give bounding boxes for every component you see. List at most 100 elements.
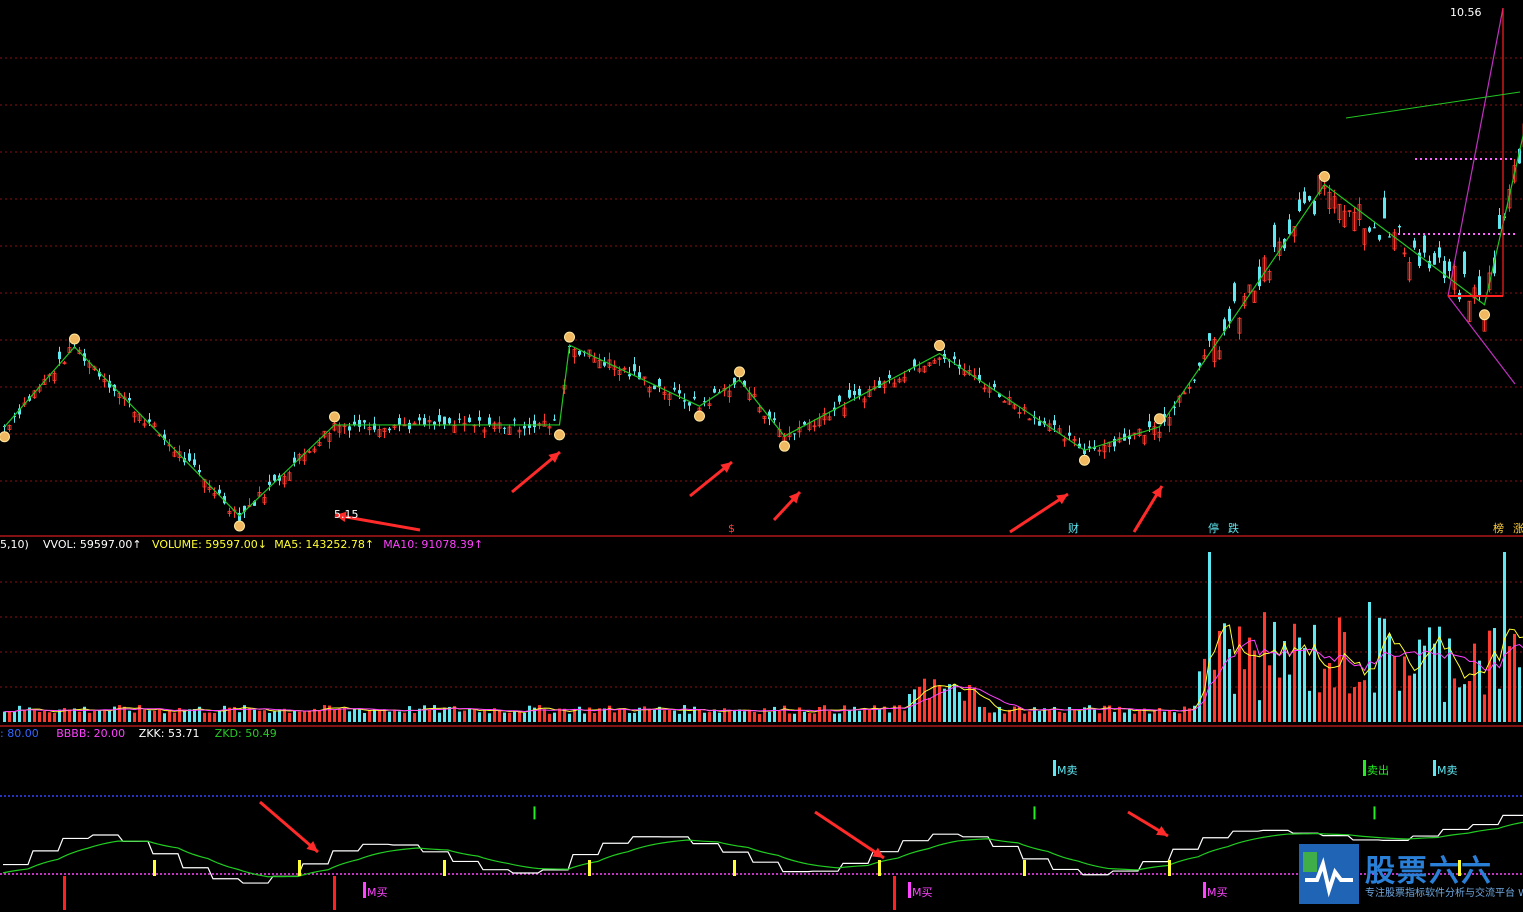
yellow-tick	[878, 860, 881, 876]
volume-bar	[908, 694, 911, 722]
volume-bar	[683, 705, 686, 722]
volume-bar	[478, 712, 481, 722]
sell-hand-icon	[934, 340, 945, 352]
candle-body	[1273, 224, 1276, 248]
volume-bar	[1388, 634, 1391, 722]
volume-bar	[1313, 624, 1316, 722]
volume-bar	[503, 712, 506, 722]
volume-bar	[548, 713, 551, 722]
volume-bar	[1348, 693, 1351, 722]
volume-bar	[193, 708, 196, 722]
volume-bar	[748, 709, 751, 722]
volume-bar	[1038, 710, 1041, 722]
candle-body	[1258, 266, 1261, 287]
volume-bar	[773, 706, 776, 722]
volume-bar	[993, 712, 996, 722]
volume-bar	[438, 712, 441, 722]
candle-body	[348, 426, 351, 431]
yellow-tick	[1023, 860, 1026, 876]
volume-bar	[288, 712, 291, 722]
volume-bar	[1063, 712, 1066, 722]
volume-header-item: 5,10)	[0, 538, 29, 551]
volume-bar	[473, 708, 476, 722]
candle-body	[1088, 446, 1091, 448]
volume-bar	[1328, 663, 1331, 722]
candle-body	[683, 400, 686, 402]
volume-bar	[1073, 708, 1076, 722]
volume-bar	[1498, 688, 1501, 722]
volume-bar	[1483, 694, 1486, 722]
event-label: 涨	[1513, 522, 1523, 535]
annotation-arrows	[259, 450, 1169, 860]
sell-hand-icon	[734, 366, 745, 378]
volume-bar	[1198, 671, 1201, 722]
candle-body	[468, 417, 471, 423]
volume-bar	[1078, 710, 1081, 722]
volume-bar	[1413, 673, 1416, 722]
candle-body	[1368, 227, 1371, 232]
volume-bar	[1508, 646, 1511, 722]
candle-body	[1228, 308, 1231, 322]
volume-bar	[1338, 617, 1341, 722]
volume-bar	[1173, 712, 1176, 722]
candle-body	[1038, 421, 1041, 426]
volume-bar	[108, 710, 111, 722]
candle-body	[523, 425, 526, 429]
volume-bar	[158, 708, 161, 722]
volume-bar	[943, 688, 946, 722]
candle-body	[478, 417, 481, 421]
volume-bar	[538, 705, 541, 722]
candle-body	[58, 351, 61, 360]
volume-bar	[793, 713, 796, 722]
volume-bar	[983, 707, 986, 722]
volume-bar	[98, 710, 101, 722]
volume-bar	[688, 713, 691, 722]
candle-body	[713, 388, 716, 393]
candle-body	[1413, 240, 1416, 248]
volume-bar	[1273, 621, 1276, 722]
volume-bar	[698, 709, 701, 722]
candle-body	[628, 374, 631, 377]
candle-body	[398, 418, 401, 425]
buy-hand-icon	[694, 410, 705, 422]
indicator-header-item: ZKD: 50.49	[215, 727, 277, 740]
volume-bar	[238, 712, 241, 722]
volume-bar	[648, 708, 651, 722]
oscillator-lines	[0, 795, 1523, 884]
volume-bar	[913, 689, 916, 722]
candle-body	[953, 356, 956, 360]
volume-bar	[348, 711, 351, 722]
candle-body	[1383, 197, 1386, 219]
candle-body	[448, 418, 451, 424]
volume-bar	[273, 711, 276, 722]
candle-body	[1388, 236, 1391, 238]
volume-bar	[918, 686, 921, 722]
volume-bar	[828, 711, 831, 722]
volume-bar	[1518, 667, 1521, 722]
volume-bar	[808, 713, 811, 722]
volume-bar	[1023, 713, 1026, 722]
volume-header-item: MA5: 143252.78↑	[274, 538, 374, 551]
volume-bar	[1183, 706, 1186, 722]
volume-bar	[843, 705, 846, 722]
volume-bar	[1168, 709, 1171, 722]
volume-bar	[303, 710, 306, 722]
volume-bar	[358, 709, 361, 722]
volume-bar	[188, 709, 191, 722]
volume-bar	[148, 710, 151, 722]
volume-bar	[543, 709, 546, 722]
indicator-header-item: ZKK: 53.71	[139, 727, 200, 740]
candle-body	[458, 418, 461, 420]
volume-bar	[183, 710, 186, 722]
candle-body	[418, 417, 421, 421]
yellow-tick	[153, 860, 156, 876]
volume-bar	[1263, 612, 1266, 722]
volume-bar	[373, 709, 376, 722]
volume-bar	[1218, 630, 1221, 722]
volume-bar	[1323, 668, 1326, 722]
candlestick-series	[3, 123, 1523, 528]
candle-body	[193, 459, 196, 466]
candle-body	[128, 397, 131, 401]
volume-bar	[1008, 709, 1011, 722]
volume-bar	[963, 700, 966, 722]
